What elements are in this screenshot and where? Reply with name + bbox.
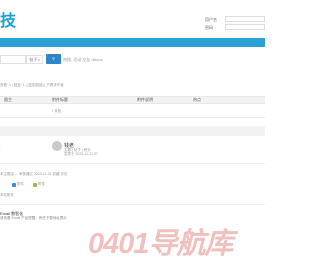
table-cell[interactable]: • 未知 — [52, 109, 61, 114]
attachment-note: 本帖附件 — [0, 193, 14, 197]
username-label: 用户名 — [205, 17, 217, 22]
hot-search-links[interactable]: 热搜: 活动 交友 discuz — [63, 57, 103, 63]
post-left-text: · — [0, 148, 2, 152]
table-row — [0, 104, 265, 118]
password-label: 密码 — [205, 25, 213, 30]
attachment-label[interactable]: 附件 — [17, 182, 24, 187]
table-header-cell: 附件标题 — [52, 97, 68, 102]
attachment-label[interactable]: 附件 — [38, 182, 45, 187]
page: 技 用户名 密码 帖子 ▾ ⚲ 热搜: 活动 交友 discuz 查看: 1 |… — [0, 0, 265, 266]
section-band — [0, 126, 265, 136]
table-header — [0, 96, 265, 104]
avatar[interactable] — [52, 141, 62, 151]
watermark-text: 0401导航库 — [88, 228, 234, 260]
search-scope-select[interactable]: 帖子 ▾ — [26, 55, 43, 64]
search-button[interactable]: ⚲ — [46, 54, 61, 64]
post-time: 发表于 2023-11-21 07 — [64, 152, 98, 156]
thread-meta: 查看: 1 | 回复: 1 | [复制链接] | 只看该作者 — [0, 83, 64, 87]
search-icon: ⚲ — [52, 56, 55, 61]
table-header-cell: 图主 — [4, 97, 12, 102]
chevron-down-icon: ▾ — [37, 58, 40, 62]
password-input[interactable] — [225, 24, 265, 30]
attachment-icon — [12, 183, 16, 187]
table-header-cell: 附件说明 — [137, 97, 153, 102]
divider — [0, 163, 265, 164]
moderation-note: 本主题由 ... 审核通过 2023-11-21 收藏 评论 — [0, 172, 68, 176]
post-desc: 请查看 Email 产品提醒，有任下载地址提示 — [0, 216, 67, 220]
username-input[interactable] — [225, 16, 265, 22]
site-logo[interactable]: 技 — [0, 12, 16, 32]
divider — [0, 204, 265, 205]
search-input[interactable] — [0, 55, 26, 64]
table-header-cell: 热点 — [193, 97, 201, 102]
attachment-icon — [33, 183, 37, 187]
main-nav-bar[interactable] — [0, 38, 265, 47]
